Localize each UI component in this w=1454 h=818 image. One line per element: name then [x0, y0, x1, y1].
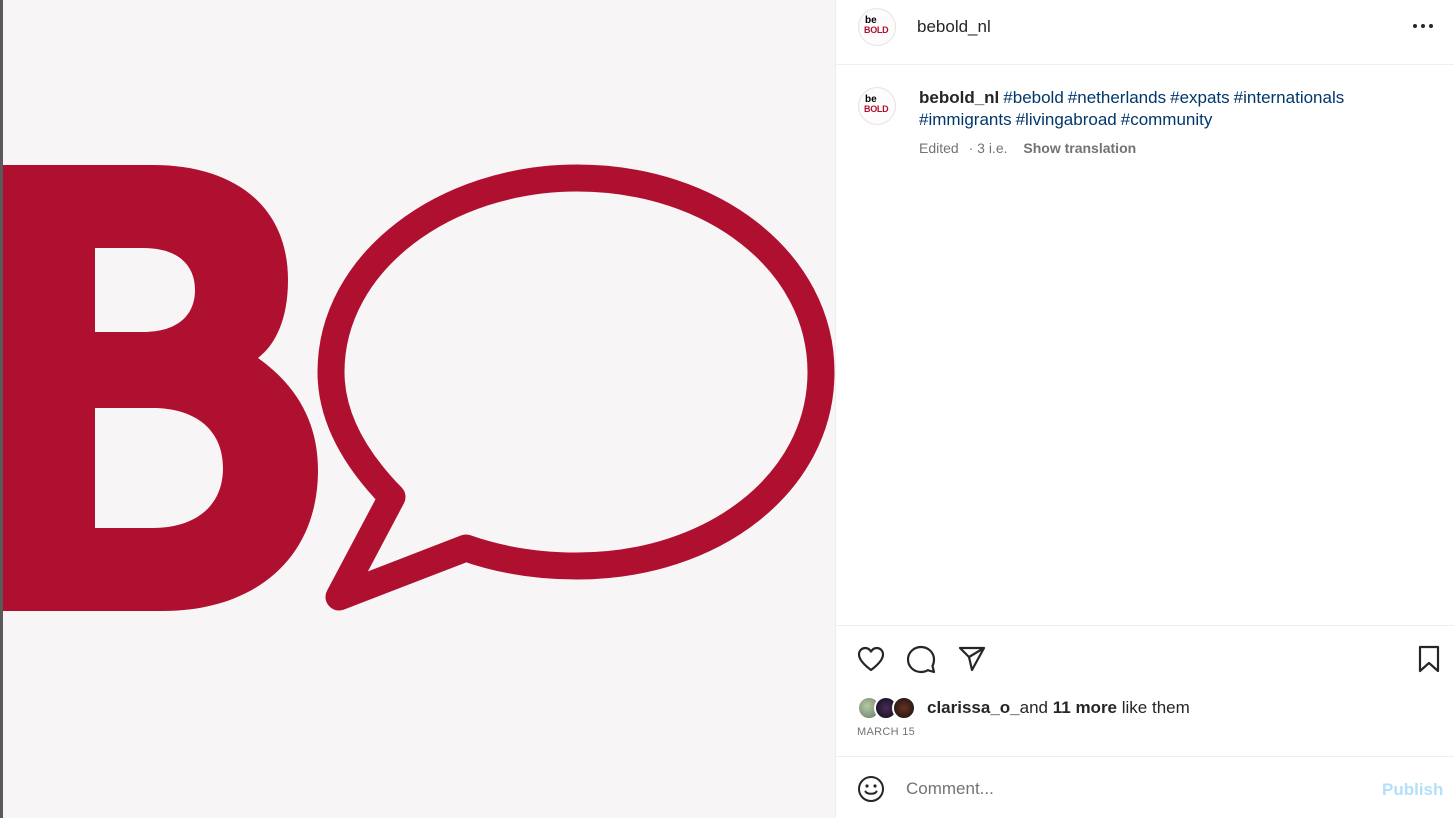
smiley-icon[interactable] [857, 775, 885, 808]
header-username[interactable]: bebold_nl [917, 17, 991, 37]
hashtag-link[interactable]: #bebold [1003, 88, 1064, 107]
edited-label: Edited [919, 140, 959, 156]
more-options-icon[interactable] [1412, 16, 1438, 36]
post-details-panel: be BOLD bebold_nl be BOLD bebold_nl #bebo… [835, 0, 1454, 818]
hashtag-link[interactable]: #internationals [1234, 88, 1345, 107]
comment-bar: Publish [836, 757, 1454, 818]
bookmark-icon[interactable] [1416, 645, 1442, 678]
hashtag-link[interactable]: #expats [1170, 88, 1230, 107]
post-time[interactable]: · 3 i.e. [969, 140, 1008, 156]
hashtag-link[interactable]: #community [1121, 110, 1213, 129]
liker-avatar [892, 696, 916, 720]
publish-button[interactable]: Publish [1382, 780, 1443, 800]
avatar-logo-line2: BOLD [864, 25, 889, 35]
comment-input[interactable] [906, 777, 1326, 801]
hashtag-link[interactable]: #livingabroad [1016, 110, 1117, 129]
hashtag-link[interactable]: #netherlands [1068, 88, 1166, 107]
post-image[interactable] [3, 0, 835, 818]
likes-suffix: like them [1121, 698, 1190, 717]
show-translation-link[interactable]: Show translation [1023, 140, 1136, 156]
heart-icon[interactable] [856, 645, 886, 678]
post-date[interactable]: MARCH 15 [857, 726, 915, 738]
caption-text: bebold_nl #bebold #netherlands #expats #inte… [919, 87, 1419, 131]
caption-username[interactable]: bebold_nl [919, 88, 999, 107]
header-avatar[interactable]: be BOLD [858, 8, 896, 46]
hashtag-link[interactable]: #immigrants [919, 110, 1012, 129]
post-header: be BOLD bebold_nl [836, 0, 1454, 65]
caption-avatar[interactable]: be BOLD [858, 87, 896, 125]
likes-count[interactable]: 11 more [1053, 698, 1117, 717]
paper-plane-icon[interactable] [957, 645, 987, 678]
caption-avatar-logo-line2: BOLD [864, 104, 889, 114]
speech-bubble-shape [317, 164, 835, 611]
caption-meta: Edited · 3 i.e. Show translation [919, 140, 1136, 156]
letter-b-shape [3, 165, 318, 611]
comment-icon[interactable] [906, 644, 936, 679]
liker-username[interactable]: clarissa_o_ [927, 698, 1020, 717]
likes-and: and [1019, 698, 1049, 717]
likes-summary: clarissa_o_and 11 more like them [927, 698, 1190, 718]
bebold-logo-image [3, 164, 835, 611]
